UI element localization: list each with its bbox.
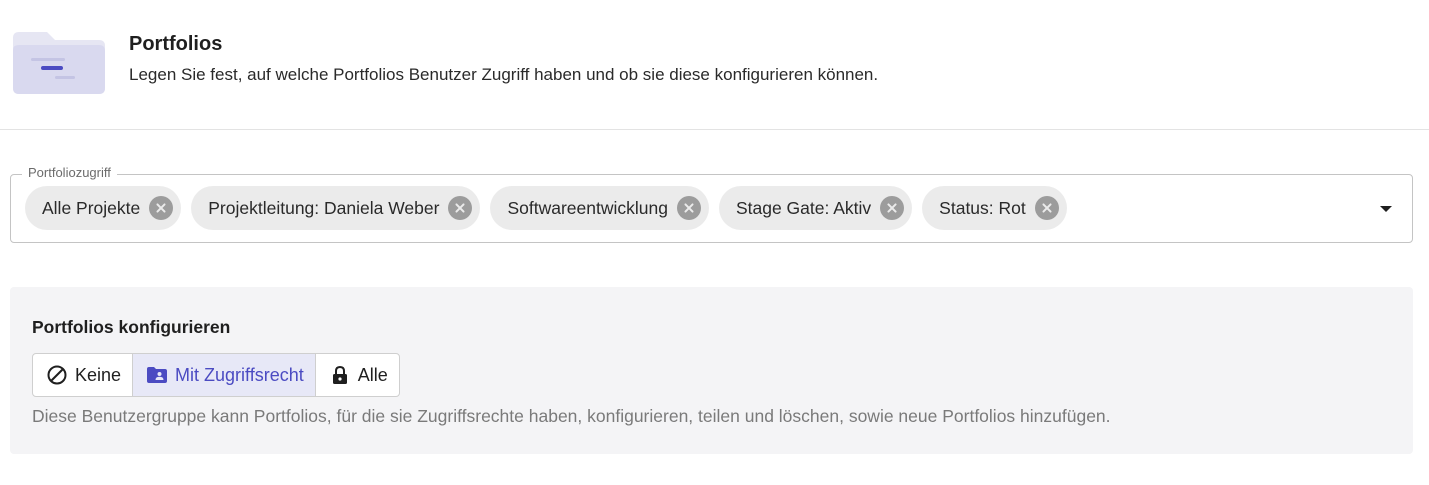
remove-chip-icon[interactable] <box>880 196 905 220</box>
chip-projektleitung: Projektleitung: Daniela Weber <box>191 186 481 230</box>
chip-label: Projektleitung: Daniela Weber <box>208 197 440 218</box>
chip-alle-projekte: Alle Projekte <box>25 186 182 230</box>
chip-label: Alle Projekte <box>42 197 141 218</box>
option-keine-button[interactable]: Keine <box>33 354 134 396</box>
folder-filter-icon <box>13 32 105 94</box>
dropdown-arrow-icon[interactable] <box>1380 206 1392 212</box>
page-description: Legen Sie fest, auf welche Portfolios Be… <box>129 65 879 84</box>
remove-chip-icon[interactable] <box>448 196 473 220</box>
chip-label: Status: Rot <box>939 197 1026 218</box>
folder-shared-icon <box>146 364 168 386</box>
chip-label: Softwareentwicklung <box>507 197 668 218</box>
option-label: Alle <box>357 364 388 385</box>
option-alle-button[interactable]: Alle <box>316 354 399 396</box>
block-icon <box>46 364 68 386</box>
option-label: Keine <box>75 364 122 385</box>
remove-chip-icon[interactable] <box>676 196 701 220</box>
page-title: Portfolios <box>129 33 223 55</box>
option-label: Mit Zugriffsrecht <box>175 364 304 385</box>
chip-stage-gate: Stage Gate: Aktiv <box>718 186 913 230</box>
section-header: Portfolios Legen Sie fest, auf welche Po… <box>0 0 1429 130</box>
lock-icon <box>329 364 351 386</box>
chip-softwareentwicklung: Softwareentwicklung <box>490 186 709 230</box>
configure-toggle-group: Keine Mit Zugriffsrecht Alle <box>32 353 400 397</box>
configure-help-text: Diese Benutzergruppe kann Portfolios, fü… <box>32 406 1111 426</box>
option-mit-zugriffsrecht-button[interactable]: Mit Zugriffsrecht <box>133 354 316 396</box>
chip-status: Status: Rot <box>922 186 1067 230</box>
portfolio-access-select[interactable]: Alle Projekte Projektleitung: Daniela We… <box>10 174 1413 243</box>
remove-chip-icon[interactable] <box>1034 196 1059 220</box>
chip-label: Stage Gate: Aktiv <box>735 197 872 218</box>
configure-panel: Portfolios konfigurieren Keine Mit Zugri… <box>10 287 1413 454</box>
remove-chip-icon[interactable] <box>149 196 174 220</box>
chip-list: Alle Projekte Projektleitung: Daniela We… <box>25 186 1067 230</box>
configure-title: Portfolios konfigurieren <box>32 317 231 337</box>
portfolio-access-label: Portfoliozugriff <box>22 165 117 180</box>
